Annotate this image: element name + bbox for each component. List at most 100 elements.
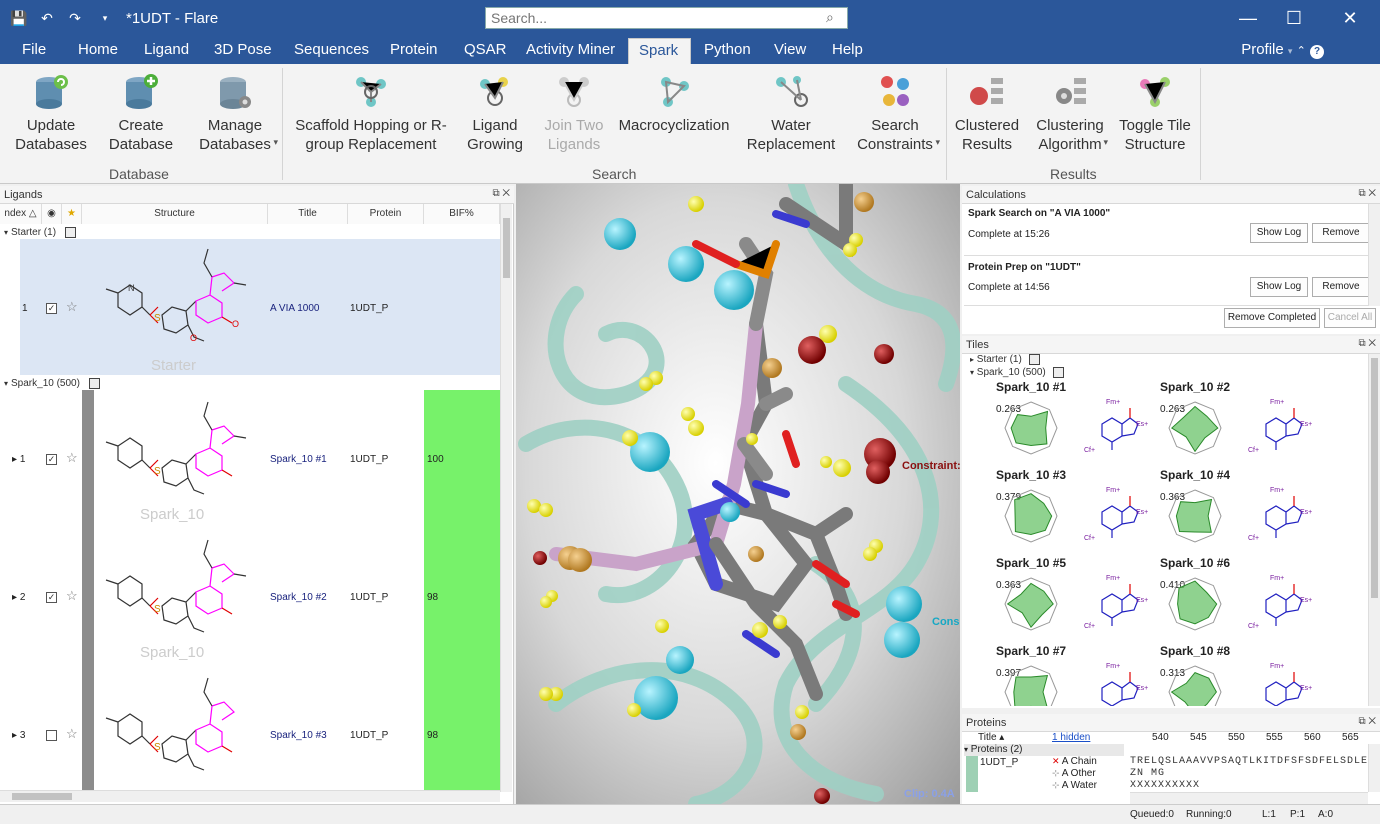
ligand-row[interactable]: ▸ 1 ✓ ☆ S Spark_10 Spark_10 #1 1UDT_P 10… [0, 390, 500, 528]
menu-ligand[interactable]: Ligand [134, 38, 199, 64]
toggle-tile-structure-button[interactable]: Toggle Tile Structure [1116, 72, 1194, 154]
tile-name: Spark_10 #8 [1160, 644, 1231, 658]
update-databases-button[interactable]: Update Databases [8, 72, 94, 154]
group-notes-icon[interactable] [88, 377, 100, 389]
favorite-star-icon[interactable]: ☆ [66, 299, 78, 315]
result-tile[interactable]: Spark_10 #5 0.363 Fm+ Es+ Cf+ [996, 556, 1156, 642]
create-database-label: Create Database [108, 117, 174, 153]
group-notes-icon[interactable] [64, 226, 76, 238]
panel-controls-icon[interactable]: ⧉ ✕ [492, 188, 510, 199]
favorite-star-icon[interactable]: ☆ [66, 450, 78, 466]
row-checkbox[interactable]: ✓ [46, 303, 57, 314]
svg-text:O: O [190, 333, 197, 343]
col-visibility[interactable]: ◉ [42, 204, 62, 224]
macrocyclization-button[interactable]: Macrocyclization [618, 72, 730, 135]
search-input[interactable] [485, 7, 848, 29]
proteins-group-row[interactable]: ▾ Proteins (2) [964, 744, 1124, 756]
search-constraints-button[interactable]: Search Constraints ▾ [850, 72, 940, 154]
menu-help[interactable]: Help [822, 38, 873, 64]
panel-controls-icon[interactable]: ⧉ ✕ [1358, 338, 1376, 349]
manage-databases-button[interactable]: Manage Databases ▾ [190, 72, 280, 154]
remove-completed-button[interactable]: Remove Completed [1224, 308, 1320, 328]
col-structure[interactable]: Structure [82, 204, 268, 224]
search-icon[interactable]: ⌕ [826, 9, 834, 26]
remove-button[interactable]: Remove [1312, 277, 1370, 297]
tiles-scrollbar[interactable] [1368, 354, 1380, 706]
chain-row[interactable]: ⊹ A Water [1052, 780, 1097, 791]
maximize-button[interactable]: ☐ [1274, 6, 1314, 30]
undo-icon[interactable]: ↶ [38, 9, 56, 27]
3d-viewport[interactable]: Constraint: Cons Clip: 0.4A [516, 184, 960, 804]
window-title: *1UDT - Flare [126, 10, 219, 27]
ligands-vertical-scrollbar[interactable] [500, 204, 512, 792]
menu-qsar[interactable]: QSAR [454, 38, 517, 64]
ligand-row[interactable]: ▸ 2 ✓ ☆ S Spark_10 Spark_10 #2 1UDT_P 98 [0, 528, 500, 666]
col-index[interactable]: ndex △ [0, 204, 42, 224]
result-tile[interactable]: Spark_10 #3 0.379 Fm+ Es+ Cf+ [996, 468, 1156, 554]
col-protein[interactable]: Protein [348, 204, 424, 224]
clustering-algorithm-button[interactable]: Clustering Algorithm ▾ [1030, 72, 1110, 154]
tile-radar-plot [1004, 577, 1058, 631]
chain-row[interactable]: ⊹ A Other [1052, 768, 1096, 779]
chain-row[interactable]: ✕ A Chain [1052, 756, 1097, 767]
col-favorite[interactable]: ★ [62, 204, 82, 224]
ligand-growing-button[interactable]: Ligand Growing [462, 72, 528, 154]
group-notes-icon[interactable] [1028, 353, 1040, 365]
result-tile[interactable]: Spark_10 #6 0.410 Fm+ Es+ Cf+ [1160, 556, 1320, 642]
result-tile[interactable]: Spark_10 #2 0.263 Fm+ Es+ Cf+ [1160, 380, 1320, 466]
scaffold-hopping-button[interactable]: Scaffold Hopping or R-group Replacement [290, 72, 452, 154]
menu-file[interactable]: File [12, 38, 56, 64]
proteins-scrollbar[interactable] [1368, 744, 1380, 792]
favorite-star-icon[interactable]: ☆ [66, 726, 78, 742]
row-checkbox[interactable] [46, 730, 57, 741]
menu-3d-pose[interactable]: 3D Pose [204, 38, 282, 64]
menu-activity-miner[interactable]: Activity Miner [516, 38, 625, 64]
result-tile[interactable]: Spark_10 #4 0.363 Fm+ Es+ Cf+ [1160, 468, 1320, 554]
menu-view[interactable]: View [764, 38, 816, 64]
profile-menu[interactable]: Profile ▾ ⌃ ? [1241, 38, 1324, 64]
col-title[interactable]: Title [268, 204, 348, 224]
close-button[interactable]: ✕ [1330, 6, 1370, 30]
clustered-results-button[interactable]: Clustered Results [952, 72, 1022, 154]
panel-controls-icon[interactable]: ⧉ ✕ [1358, 188, 1376, 199]
ligands-horizontal-scrollbar[interactable] [0, 790, 500, 802]
ligand-row[interactable]: ▸ 3 ☆ S Spark_10 #3 1UDT_P 98 [0, 666, 500, 790]
ligand-row-starter[interactable]: 1 ✓ ☆ S O O N Starter A VIA 1000 1UDT_P [0, 239, 500, 375]
create-database-button[interactable]: Create Database [108, 72, 174, 154]
group-notes-icon[interactable] [1052, 366, 1064, 378]
favorite-star-icon[interactable]: ☆ [66, 588, 78, 604]
result-tile[interactable]: Spark_10 #1 0.263 Fm+ Es+ Cf+ [996, 380, 1156, 466]
panel-controls-icon[interactable]: ⧉ ✕ [1358, 716, 1376, 727]
proteins-col-title[interactable]: Title ▴ [978, 732, 1004, 743]
proteins-horizontal-scrollbar[interactable] [1130, 792, 1368, 804]
water-replacement-button[interactable]: Water Replacement [744, 72, 838, 154]
result-tile[interactable]: Spark_10 #80.313Fm+Es+Cf+ [1160, 644, 1320, 706]
row-checkbox[interactable]: ✓ [46, 454, 57, 465]
menu-sequences[interactable]: Sequences [284, 38, 379, 64]
atom-label-cf: Cf+ [1248, 447, 1259, 454]
atom-label-fm: Fm+ [1106, 487, 1120, 494]
row-checkbox[interactable]: ✓ [46, 592, 57, 603]
menu-protein[interactable]: Protein [380, 38, 448, 64]
menu-home[interactable]: Home [68, 38, 128, 64]
save-icon[interactable]: 💾 [10, 9, 28, 27]
calculations-scrollbar[interactable] [1368, 204, 1380, 306]
show-log-button[interactable]: Show Log [1250, 223, 1308, 243]
hidden-link[interactable]: 1 hidden [1052, 732, 1090, 743]
col-bif[interactable]: BIF% [424, 204, 500, 224]
status-ligand-count: L:1 [1262, 809, 1276, 820]
help-icon[interactable]: ? [1310, 45, 1324, 59]
remove-button[interactable]: Remove [1312, 223, 1370, 243]
tiles-spark-group[interactable]: ▾ Spark_10 (500) [970, 365, 1064, 381]
show-log-button[interactable]: Show Log [1250, 277, 1308, 297]
atom-label-fm: Fm+ [1270, 575, 1284, 582]
join-two-ligands-button[interactable]: Join Two Ligands [538, 72, 610, 154]
cancel-all-button[interactable]: Cancel All [1324, 308, 1376, 328]
redo-icon[interactable]: ↷ [66, 9, 84, 27]
customize-quick-access-icon[interactable]: ▾ [96, 9, 114, 27]
menu-python[interactable]: Python [694, 38, 761, 64]
menu-spark[interactable]: Spark [628, 38, 691, 64]
tile-radar-plot [1168, 489, 1222, 543]
minimize-button[interactable]: — [1228, 6, 1268, 30]
result-tile[interactable]: Spark_10 #70.397Fm+Es+Cf+ [996, 644, 1156, 706]
